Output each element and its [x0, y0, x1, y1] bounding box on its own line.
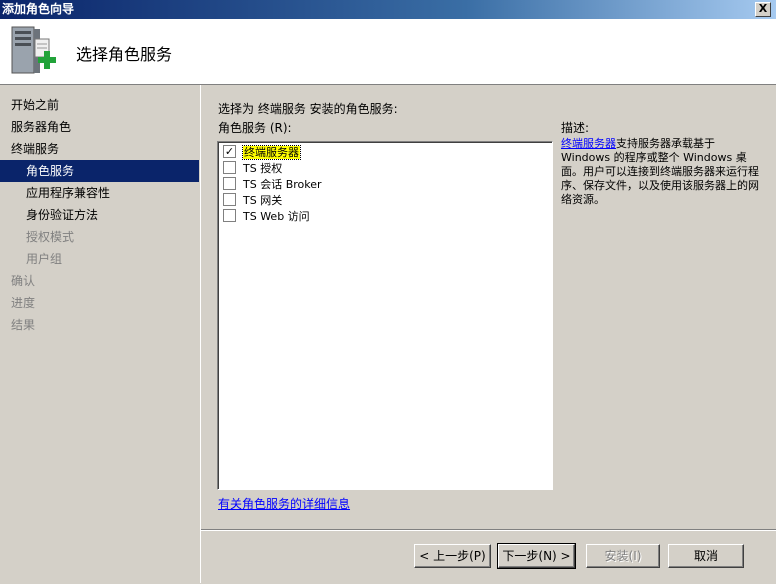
role-services-list[interactable]: ✓ 终端服务器 TS 授权 TS 会话 Broker TS 网关 TS Web 访…: [217, 141, 553, 490]
checkbox-icon[interactable]: [223, 209, 236, 222]
cancel-button[interactable]: 取消: [668, 544, 744, 568]
next-button[interactable]: 下一步(N) >: [497, 543, 576, 569]
sidebar-item-app-compatibility[interactable]: 应用程序兼容性: [0, 182, 199, 204]
role-service-terminal-server[interactable]: ✓ 终端服务器: [223, 144, 301, 160]
sidebar-item-server-roles[interactable]: 服务器角色: [0, 116, 199, 138]
sidebar-item-terminal-services[interactable]: 终端服务: [0, 138, 199, 160]
install-button: 安装(I): [586, 544, 660, 568]
sidebar-item-results: 结果: [11, 318, 36, 332]
description-text: 终端服务器支持服务器承载基于 Windows 的程序或整个 Windows 桌面…: [561, 137, 761, 207]
sidebar-item-progress: 进度: [11, 296, 36, 310]
prompt-text: 选择为 终端服务 安装的角色服务:: [218, 102, 398, 116]
title-bar: 添加角色向导 X: [0, 0, 776, 19]
sidebar-item-confirmation: 确认: [11, 274, 36, 288]
description-link[interactable]: 终端服务器: [561, 137, 616, 150]
checkbox-checked-icon[interactable]: ✓: [223, 145, 236, 158]
wizard-steps-sidebar: 开始之前 服务器角色 终端服务 角色服务 应用程序兼容性 身份验证方法 授权模式…: [0, 85, 201, 583]
checkbox-icon[interactable]: [223, 177, 236, 190]
close-button[interactable]: X: [755, 2, 771, 17]
sidebar-item-user-groups: 用户组: [26, 252, 63, 266]
wizard-footer: < 上一步(P) 下一步(N) > 安装(I) 取消: [201, 529, 776, 584]
window-title: 添加角色向导: [2, 2, 75, 16]
close-icon: X: [758, 2, 768, 15]
main-panel: 选择为 终端服务 安装的角色服务: 角色服务 (R): ✓ 终端服务器 TS 授权…: [201, 85, 776, 529]
checkbox-icon[interactable]: [223, 193, 236, 206]
sidebar-item-authentication[interactable]: 身份验证方法: [0, 204, 199, 226]
role-service-ts-web-access[interactable]: TS Web 访问: [223, 208, 310, 224]
role-service-ts-gateway[interactable]: TS 网关: [223, 192, 282, 208]
role-service-ts-licensing[interactable]: TS 授权: [223, 160, 282, 176]
sidebar-item-before-you-begin[interactable]: 开始之前: [0, 94, 199, 116]
checkbox-icon[interactable]: [223, 161, 236, 174]
more-info-link[interactable]: 有关角色服务的详细信息: [218, 495, 350, 512]
back-button[interactable]: < 上一步(P): [414, 544, 491, 568]
sidebar-item-role-services[interactable]: 角色服务: [0, 160, 199, 182]
description-label: 描述:: [561, 121, 590, 135]
sidebar-item-licensing-mode: 授权模式: [26, 230, 75, 244]
page-title: 选择角色服务: [76, 45, 173, 64]
role-services-label: 角色服务 (R):: [218, 121, 292, 135]
role-service-ts-session-broker[interactable]: TS 会话 Broker: [223, 176, 322, 192]
wizard-header: 选择角色服务: [0, 19, 776, 85]
server-add-icon: [11, 26, 56, 74]
